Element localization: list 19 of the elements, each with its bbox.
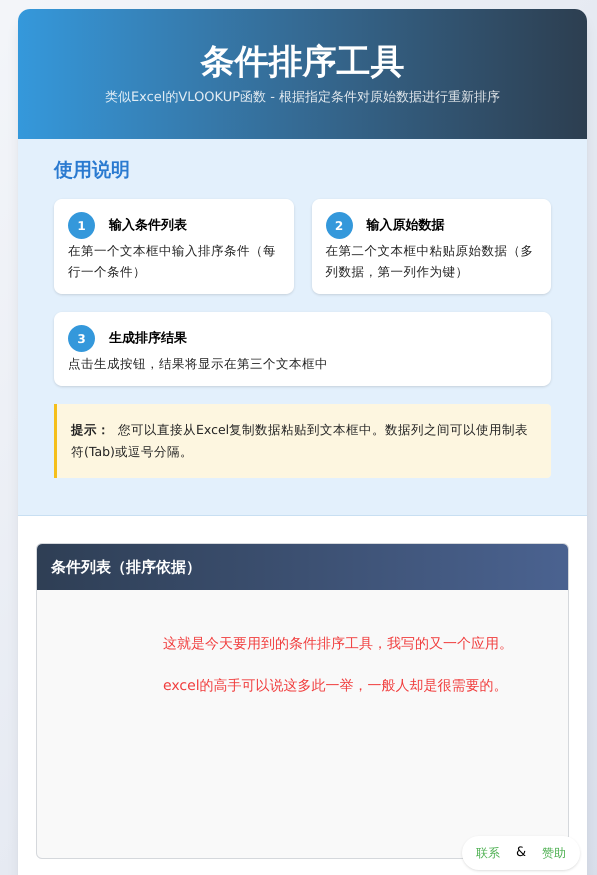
footer-link[interactable]: 联系: [476, 844, 500, 862]
step-description: 点击生成按钮，结果将显示在第三个文本框中: [68, 355, 329, 373]
panel-title: 条件列表（排序依据）: [51, 556, 201, 578]
tip-text: 提示： 您可以直接从Excel复制数据粘贴到文本框中。数据列之间可以使用制表符(Tab)或逗号分隔。: [71, 421, 530, 461]
step-description: 在第二个文本框中粘贴原始数据（多列数据，第一列作为键）: [326, 242, 534, 281]
step-description: 在第一个文本框中输入排序条件（每行一个条件）: [68, 242, 277, 281]
step-number: 1: [68, 212, 95, 239]
ampersand-separator: &: [516, 844, 526, 862]
annotation-text: excel的高手可以说这多此一举，一般人却是很需要的。: [163, 677, 509, 696]
annotation-text: 这就是今天要用到的条件排序工具，我写的又一个应用。: [163, 635, 514, 654]
step-title: 生成排序结果: [109, 330, 187, 348]
page-subtitle: 类似Excel的VLOOKUP函数 - 根据指定条件对原始数据进行重新排序: [104, 90, 500, 104]
footer-link[interactable]: 赞助: [542, 844, 566, 862]
step-number: 3: [68, 325, 95, 352]
step-title: 输入条件列表: [109, 216, 187, 235]
page-title: 条件排序工具: [200, 44, 404, 78]
instructions-heading: 使用说明: [54, 161, 131, 180]
step-title: 输入原始数据: [366, 216, 444, 235]
step-number: 2: [326, 212, 352, 239]
